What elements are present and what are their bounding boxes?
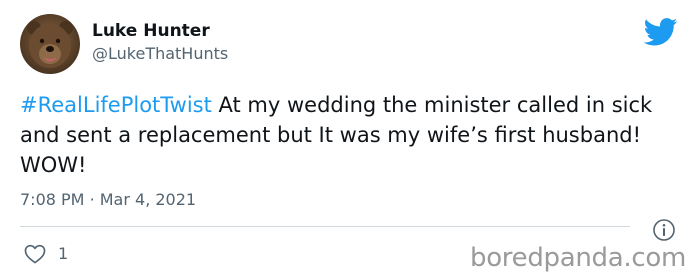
like-button[interactable]: 1 [20, 240, 80, 268]
bear-avatar-icon [27, 21, 73, 68]
user-handle[interactable]: @LukeThatHunts [92, 44, 228, 64]
avatar[interactable] [20, 14, 80, 74]
timestamp-separator: · [89, 190, 95, 209]
tweet-text: #RealLifePlotTwist At my wedding the min… [20, 90, 685, 180]
display-name[interactable]: Luke Hunter [92, 21, 210, 41]
tweet-timestamp[interactable]: 7:08 PM · Mar 4, 2021 [20, 190, 196, 210]
tweet-time: 7:08 PM [20, 190, 85, 209]
divider [20, 226, 630, 227]
tweet-card: Luke Hunter @LukeThatHunts #RealLifePlot… [0, 0, 700, 280]
watermark: boredpanda.com [470, 243, 686, 273]
hashtag-link[interactable]: #RealLifePlotTwist [20, 93, 212, 117]
twitter-bird-icon[interactable] [644, 18, 678, 46]
tweet-date: Mar 4, 2021 [99, 190, 197, 209]
like-count: 1 [58, 244, 69, 263]
heart-icon [24, 244, 46, 264]
info-icon[interactable] [652, 218, 676, 242]
